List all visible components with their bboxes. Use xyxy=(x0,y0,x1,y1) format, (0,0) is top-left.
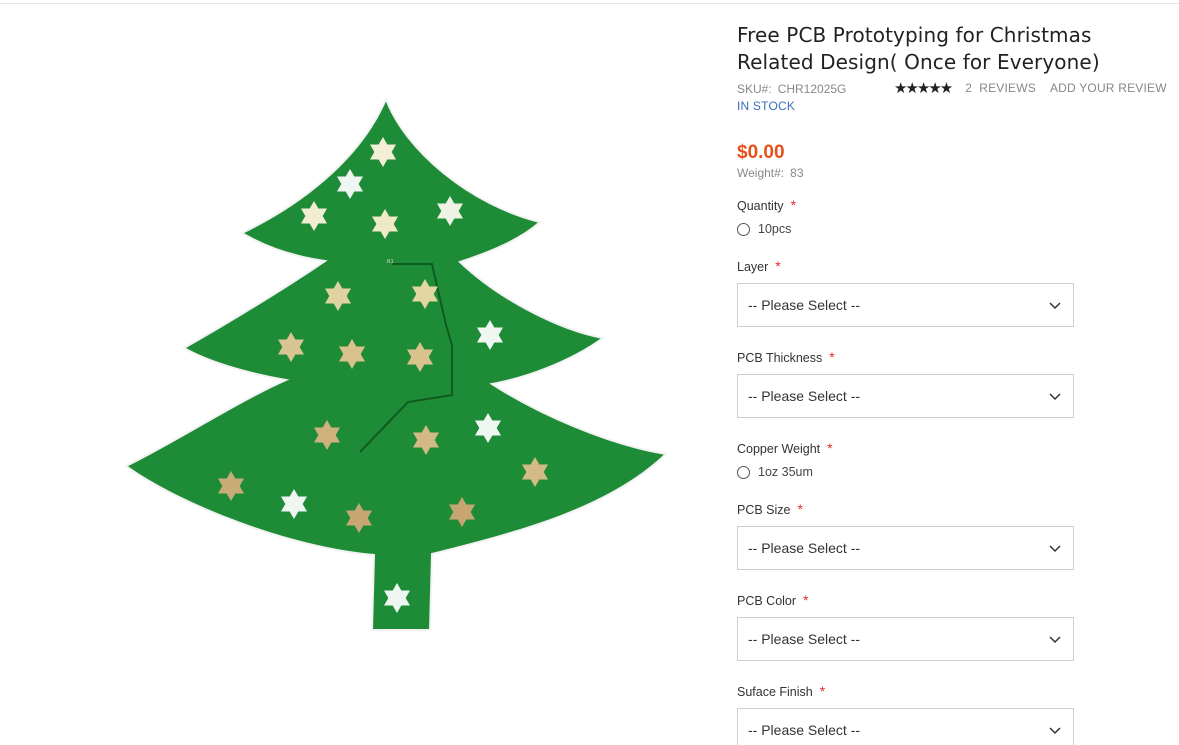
layer-label: Layer * xyxy=(737,258,1167,274)
layer-select[interactable]: -- Please Select -- xyxy=(737,283,1074,327)
product-gallery[interactable]: R1 xyxy=(0,4,720,745)
product-image: R1 xyxy=(124,96,669,631)
stock-status: IN STOCK xyxy=(737,99,796,113)
required-marker: * xyxy=(797,501,803,517)
rating-stars-icon: ★★★★★ xyxy=(894,80,953,97)
add-review-link[interactable]: ADD YOUR REVIEW xyxy=(1050,81,1167,95)
product-price: $0.00 xyxy=(737,142,785,163)
copper-label-text: Copper Weight xyxy=(737,442,821,456)
chevron-down-icon xyxy=(1049,727,1061,735)
required-marker: * xyxy=(790,197,797,213)
finish-label: Suface Finish * xyxy=(737,683,1167,699)
copper-option-label: 1oz 35um xyxy=(758,465,813,479)
option-finish: Suface Finish * -- Please Select -- xyxy=(737,683,1167,745)
pcb-christmas-tree xyxy=(124,96,669,631)
option-color: PCB Color * -- Please Select -- xyxy=(737,592,1167,661)
size-label-text: PCB Size xyxy=(737,503,791,517)
required-marker: * xyxy=(819,683,826,699)
option-layer: Layer * -- Please Select -- xyxy=(737,258,1167,327)
quantity-radio[interactable] xyxy=(737,222,750,236)
color-select[interactable]: -- Please Select -- xyxy=(737,617,1074,661)
title-line-1: Free PCB Prototyping for Christmas xyxy=(737,23,1092,47)
sku-value: CHR12025G xyxy=(777,82,847,96)
sku: SKU#: CHR12025G xyxy=(737,82,846,96)
quantity-label-text: Quantity xyxy=(737,199,784,213)
product-title: Free PCB Prototyping for Christmas Relat… xyxy=(737,22,1167,76)
required-marker: * xyxy=(827,440,833,456)
weight-label: Weight#: xyxy=(737,166,785,180)
finish-select[interactable]: -- Please Select -- xyxy=(737,708,1074,745)
required-marker: * xyxy=(829,349,835,365)
product-info: Free PCB Prototyping for Christmas Relat… xyxy=(737,22,1167,745)
chevron-down-icon xyxy=(1049,545,1061,553)
weight-value: 83 xyxy=(790,166,804,180)
title-line-2: Related Design( Once for Everyone) xyxy=(737,50,1100,74)
copper-option-1oz[interactable]: 1oz 35um xyxy=(737,465,1167,479)
color-label-text: PCB Color xyxy=(737,594,797,608)
required-marker: * xyxy=(803,592,809,608)
meta-row: SKU#: CHR12025G ★★★★★ 2 REVIEWS ADD YOUR … xyxy=(737,79,1167,99)
required-marker: * xyxy=(775,258,781,274)
size-select[interactable]: -- Please Select -- xyxy=(737,526,1074,570)
copper-radio[interactable] xyxy=(737,465,750,479)
svg-text:R1: R1 xyxy=(387,259,394,265)
finish-label-text: Suface Finish xyxy=(737,685,813,699)
thickness-label-text: PCB Thickness xyxy=(737,351,823,365)
quantity-label: Quantity * xyxy=(737,197,1167,213)
option-quantity: Quantity * 10pcs xyxy=(737,197,1167,236)
color-select-value: -- Please Select -- xyxy=(748,631,861,647)
thickness-select[interactable]: -- Please Select -- xyxy=(737,374,1074,418)
thickness-label: PCB Thickness * xyxy=(737,349,1167,365)
color-label: PCB Color * xyxy=(737,592,1167,608)
quantity-option-label: 10pcs xyxy=(758,222,792,236)
reviews-label: REVIEWS xyxy=(979,81,1036,95)
finish-select-value: -- Please Select -- xyxy=(748,722,861,738)
reviews-count: 2 xyxy=(965,81,973,95)
rating-summary: ★★★★★ 2 REVIEWS ADD YOUR REVIEW xyxy=(894,79,1167,97)
layer-select-value: -- Please Select -- xyxy=(748,297,861,313)
size-label: PCB Size * xyxy=(737,501,1167,517)
reviews-link[interactable]: 2 REVIEWS xyxy=(965,81,1036,95)
chevron-down-icon xyxy=(1049,393,1061,401)
chevron-down-icon xyxy=(1049,302,1061,310)
option-thickness: PCB Thickness * -- Please Select -- xyxy=(737,349,1167,418)
sku-label: SKU#: xyxy=(737,82,772,96)
layer-label-text: Layer xyxy=(737,260,769,274)
option-copper: Copper Weight * 1oz 35um xyxy=(737,440,1167,479)
copper-label: Copper Weight * xyxy=(737,440,1167,456)
quantity-option-10pcs[interactable]: 10pcs xyxy=(737,222,1167,236)
option-size: PCB Size * -- Please Select -- xyxy=(737,501,1167,570)
size-select-value: -- Please Select -- xyxy=(748,540,861,556)
thickness-select-value: -- Please Select -- xyxy=(748,388,861,404)
weight: Weight#: 83 xyxy=(737,166,1167,180)
chevron-down-icon xyxy=(1049,636,1061,644)
